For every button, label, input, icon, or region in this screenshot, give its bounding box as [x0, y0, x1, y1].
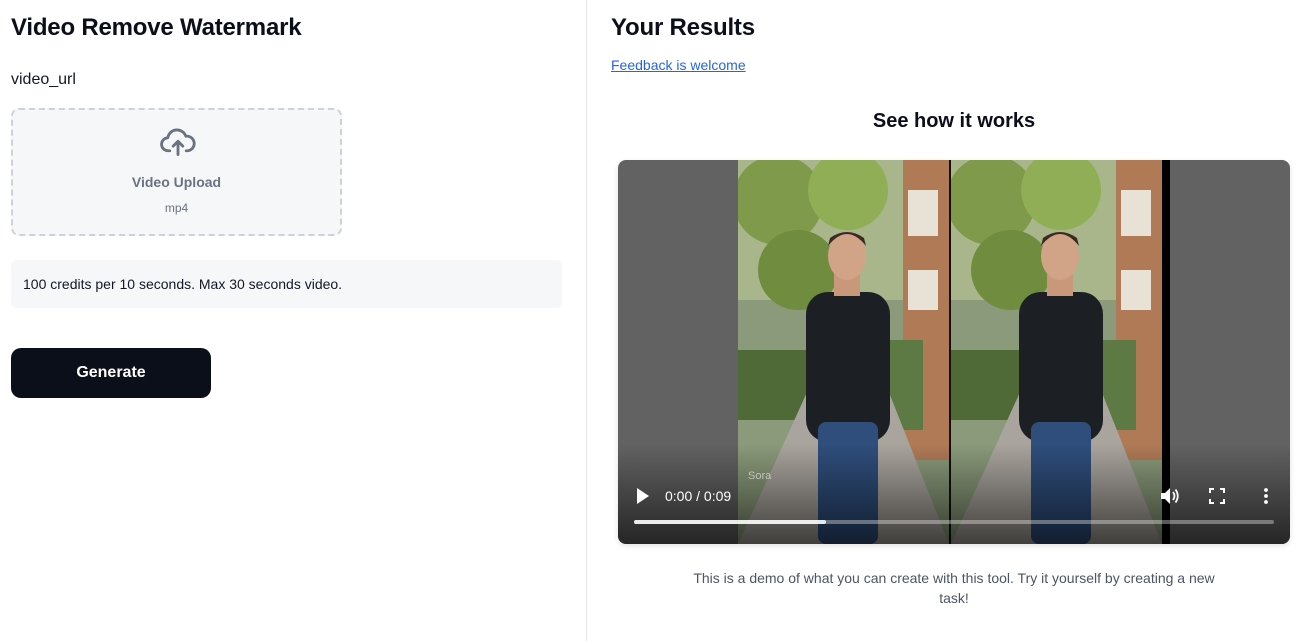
page-title: Video Remove Watermark	[11, 14, 302, 41]
upload-title: Video Upload	[131, 174, 222, 190]
video-time: 0:00 / 0:09	[665, 488, 732, 504]
fullscreen-icon[interactable]	[1208, 487, 1226, 505]
video-upload-dropzone[interactable]: Video Upload mp4	[11, 108, 342, 236]
demo-heading: See how it works	[872, 110, 1036, 132]
credits-info: 100 credits per 10 seconds. Max 30 secon…	[11, 260, 562, 308]
video-url-label: video_url	[11, 71, 76, 88]
sora-watermark: Sora	[748, 470, 772, 482]
upload-formats: mp4	[164, 201, 189, 215]
results-panel: Your Results Feedback is welcome See how…	[587, 0, 1313, 641]
cloud-upload-icon	[160, 128, 196, 156]
video-progress-bar[interactable]	[634, 520, 1274, 524]
demo-caption: This is a demo of what you can create wi…	[693, 570, 1215, 606]
results-title: Your Results	[611, 14, 755, 41]
play-icon[interactable]	[636, 487, 650, 505]
demo-video-player[interactable]: Sora 0:00 / 0:09	[618, 160, 1290, 544]
generate-button[interactable]: Generate	[11, 348, 211, 398]
more-options-icon[interactable]	[1258, 487, 1274, 505]
feedback-link[interactable]: Feedback is welcome	[611, 57, 746, 73]
volume-icon[interactable]	[1160, 487, 1180, 505]
video-progress-fill	[634, 520, 826, 524]
input-panel: Video Remove Watermark video_url Video U…	[0, 0, 586, 641]
